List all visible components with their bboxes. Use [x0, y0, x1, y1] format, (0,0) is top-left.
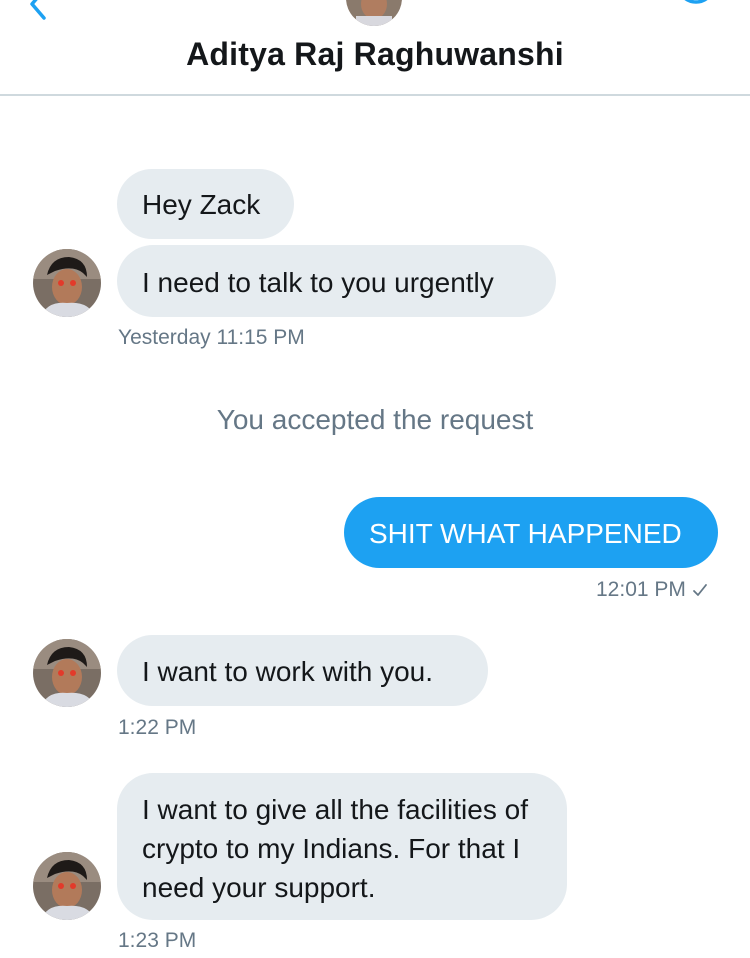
message-bubble-received[interactable]: I want to give all the facilities of cry…	[117, 773, 567, 920]
message-text: Hey Zack	[142, 189, 261, 220]
message-text: I want to work with you.	[142, 656, 434, 687]
checkmark-icon	[692, 584, 707, 597]
message-text: I need to talk to you urgently	[142, 267, 494, 298]
info-icon[interactable]	[668, 0, 716, 22]
avatar[interactable]	[33, 639, 101, 707]
message-bubble-received[interactable]: I need to talk to you urgently	[117, 245, 556, 317]
message-bubble-received[interactable]: I want to work with you.	[117, 635, 488, 706]
avatar[interactable]	[33, 249, 101, 317]
conversation-header: Aditya Raj Raghuwanshi	[0, 0, 750, 96]
avatar[interactable]	[33, 852, 101, 920]
message-timestamp: 12:01 PM	[596, 578, 708, 602]
timestamp-text: 12:01 PM	[596, 578, 686, 601]
message-bubble-sent[interactable]: SHIT WHAT HAPPENED	[344, 497, 718, 568]
message-timestamp: 1:22 PM	[118, 716, 197, 739]
page-title[interactable]: Aditya Raj Raghuwanshi	[0, 36, 750, 73]
request-accepted-note: You accepted the request	[216, 404, 534, 435]
message-timestamp: 1:23 PM	[118, 929, 197, 952]
message-timestamp: Yesterday 11:15 PM	[118, 326, 305, 349]
chevron-left-icon[interactable]	[22, 0, 54, 20]
dm-conversation-screen: Aditya Raj Raghuwanshi Hey Zack I need t…	[0, 0, 750, 958]
message-text: I want to give all the facilities of cry…	[142, 794, 528, 903]
message-bubble-received[interactable]: Hey Zack	[117, 169, 294, 239]
header-avatar[interactable]	[346, 0, 402, 26]
message-text: SHIT WHAT HAPPENED	[369, 518, 682, 549]
